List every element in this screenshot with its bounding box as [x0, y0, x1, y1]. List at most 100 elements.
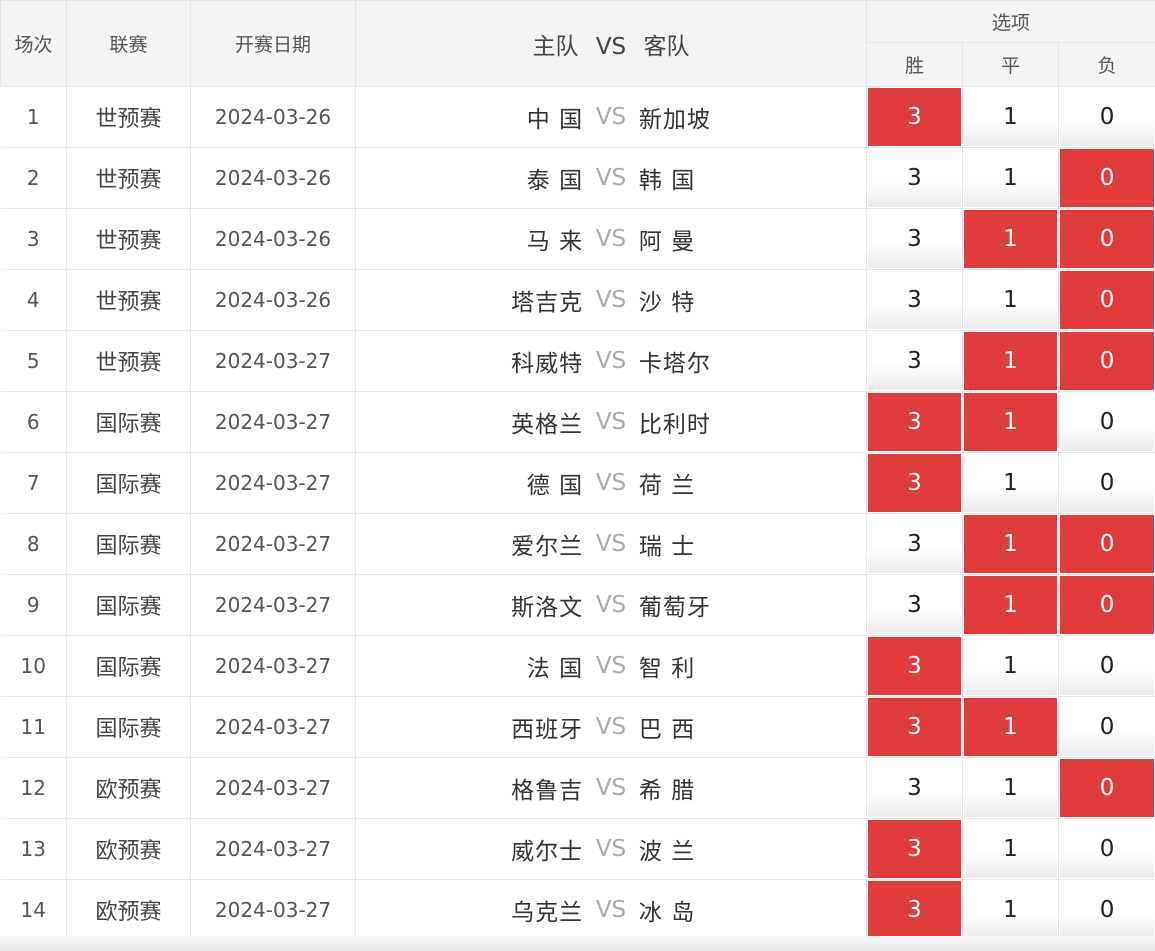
option-draw-cell: 1	[962, 879, 1059, 941]
option-loss-button[interactable]: 0	[1060, 271, 1155, 329]
match-date: 2024-03-27	[190, 330, 356, 392]
option-win-button[interactable]: 3	[868, 576, 961, 634]
option-draw-button[interactable]: 1	[964, 332, 1057, 390]
vs-label: VS	[595, 165, 627, 191]
home-team: 科威特	[511, 351, 584, 377]
option-loss-button[interactable]: 0	[1060, 149, 1155, 207]
away-team: 韩 国	[638, 168, 696, 194]
option-draw-button[interactable]: 1	[964, 820, 1057, 878]
option-draw-button[interactable]: 1	[964, 210, 1057, 268]
away-team: 新加坡	[638, 107, 711, 133]
match-teams: 塔吉克 VS 沙 特	[355, 269, 867, 331]
match-number: 8	[0, 513, 67, 575]
match-number: 7	[0, 452, 67, 514]
option-loss-button[interactable]: 0	[1060, 820, 1155, 878]
option-win-button[interactable]: 3	[868, 881, 961, 939]
vs-label: VS	[595, 836, 627, 862]
match-date: 2024-03-27	[190, 818, 356, 880]
match-number: 13	[0, 818, 67, 880]
home-team: 德 国	[526, 473, 584, 499]
option-draw-button[interactable]: 1	[964, 881, 1057, 939]
option-loss-button[interactable]: 0	[1060, 576, 1155, 634]
option-loss-button[interactable]: 0	[1060, 515, 1155, 573]
option-draw-button[interactable]: 1	[964, 515, 1057, 573]
option-loss-cell: 0	[1058, 391, 1155, 453]
match-teams: 格鲁吉 VS 希 腊	[355, 757, 867, 819]
match-teams: 中 国 VS 新加坡	[355, 86, 867, 148]
vs-label: VS	[595, 287, 627, 313]
option-win-cell: 3	[866, 391, 963, 453]
away-team: 瑞 士	[638, 534, 696, 560]
table-row: 6 国际赛 2024-03-27 英格兰 VS 比利时 3 1 0	[0, 391, 1155, 453]
league-name: 欧预赛	[66, 879, 191, 941]
match-teams: 爱尔兰 VS 瑞 士	[355, 513, 867, 575]
home-team: 格鲁吉	[511, 778, 584, 804]
option-loss-button[interactable]: 0	[1060, 393, 1155, 451]
option-win-button[interactable]: 3	[868, 149, 961, 207]
option-draw-button[interactable]: 1	[964, 454, 1057, 512]
option-loss-cell: 0	[1058, 696, 1155, 758]
away-team: 阿 曼	[638, 229, 696, 255]
vs-label: VS	[595, 409, 627, 435]
option-draw-button[interactable]: 1	[964, 759, 1057, 817]
option-win-cell: 3	[866, 269, 963, 331]
vs-label: VS	[595, 897, 627, 923]
option-loss-cell: 0	[1058, 818, 1155, 880]
option-draw-button[interactable]: 1	[964, 576, 1057, 634]
option-win-button[interactable]: 3	[868, 271, 961, 329]
option-draw-button[interactable]: 1	[964, 698, 1057, 756]
option-win-button[interactable]: 3	[868, 637, 961, 695]
option-draw-button[interactable]: 1	[964, 393, 1057, 451]
option-win-button[interactable]: 3	[868, 515, 961, 573]
away-team: 波 兰	[638, 839, 696, 865]
match-date: 2024-03-27	[190, 696, 356, 758]
home-team: 中 国	[526, 107, 584, 133]
option-win-button[interactable]: 3	[868, 88, 961, 146]
option-win-button[interactable]: 3	[868, 332, 961, 390]
option-loss-button[interactable]: 0	[1060, 210, 1155, 268]
option-win-button[interactable]: 3	[868, 698, 961, 756]
option-loss-button[interactable]: 0	[1060, 759, 1155, 817]
option-loss-button[interactable]: 0	[1060, 881, 1155, 939]
option-draw-button[interactable]: 1	[964, 149, 1057, 207]
match-teams: 英格兰 VS 比利时	[355, 391, 867, 453]
league-name: 世预赛	[66, 147, 191, 209]
option-draw-cell: 1	[962, 208, 1059, 270]
option-draw-button[interactable]: 1	[964, 637, 1057, 695]
option-loss-button[interactable]: 0	[1060, 698, 1155, 756]
match-teams: 德 国 VS 荷 兰	[355, 452, 867, 514]
option-draw-cell: 1	[962, 330, 1059, 392]
match-number: 3	[0, 208, 67, 270]
table-row: 14 欧预赛 2024-03-27 乌克兰 VS 冰 岛 310	[0, 879, 1155, 941]
option-win-button[interactable]: 3	[868, 210, 961, 268]
option-draw-cell: 1	[962, 269, 1059, 331]
header-league: 联赛	[66, 0, 191, 87]
option-win-button[interactable]: 3	[868, 454, 961, 512]
league-name: 国际赛	[66, 696, 191, 758]
option-loss-button[interactable]: 0	[1060, 332, 1155, 390]
option-draw-button[interactable]: 1	[964, 88, 1057, 146]
option-loss-button[interactable]: 0	[1060, 637, 1155, 695]
option-win-button[interactable]: 3	[868, 759, 961, 817]
away-team: 智 利	[638, 656, 696, 682]
option-win-cell: 3	[866, 696, 963, 758]
away-team: 沙 特	[638, 290, 696, 316]
match-teams: 斯洛文 VS 葡萄牙	[355, 574, 867, 636]
option-loss-button[interactable]: 0	[1060, 88, 1155, 146]
option-loss-cell: 0	[1058, 513, 1155, 575]
option-loss-button[interactable]: 0	[1060, 454, 1155, 512]
vs-label: VS	[595, 714, 627, 740]
vs-label: VS	[595, 653, 627, 679]
option-win-cell: 3	[866, 452, 963, 514]
table-row: 4 世预赛 2024-03-26 塔吉克 VS 沙 特 310	[0, 269, 1155, 331]
away-team: 卡塔尔	[638, 351, 711, 377]
header-no: 场次	[0, 0, 67, 87]
header-vs: VS	[595, 33, 627, 60]
option-win-button[interactable]: 3	[868, 820, 961, 878]
option-win-button[interactable]: 3	[868, 393, 961, 451]
league-name: 世预赛	[66, 330, 191, 392]
option-draw-button[interactable]: 1	[964, 271, 1057, 329]
option-loss-cell: 0	[1058, 330, 1155, 392]
table-row: 7 国际赛 2024-03-27 德 国 VS 荷 兰 310	[0, 452, 1155, 514]
option-draw-cell: 1	[962, 574, 1059, 636]
